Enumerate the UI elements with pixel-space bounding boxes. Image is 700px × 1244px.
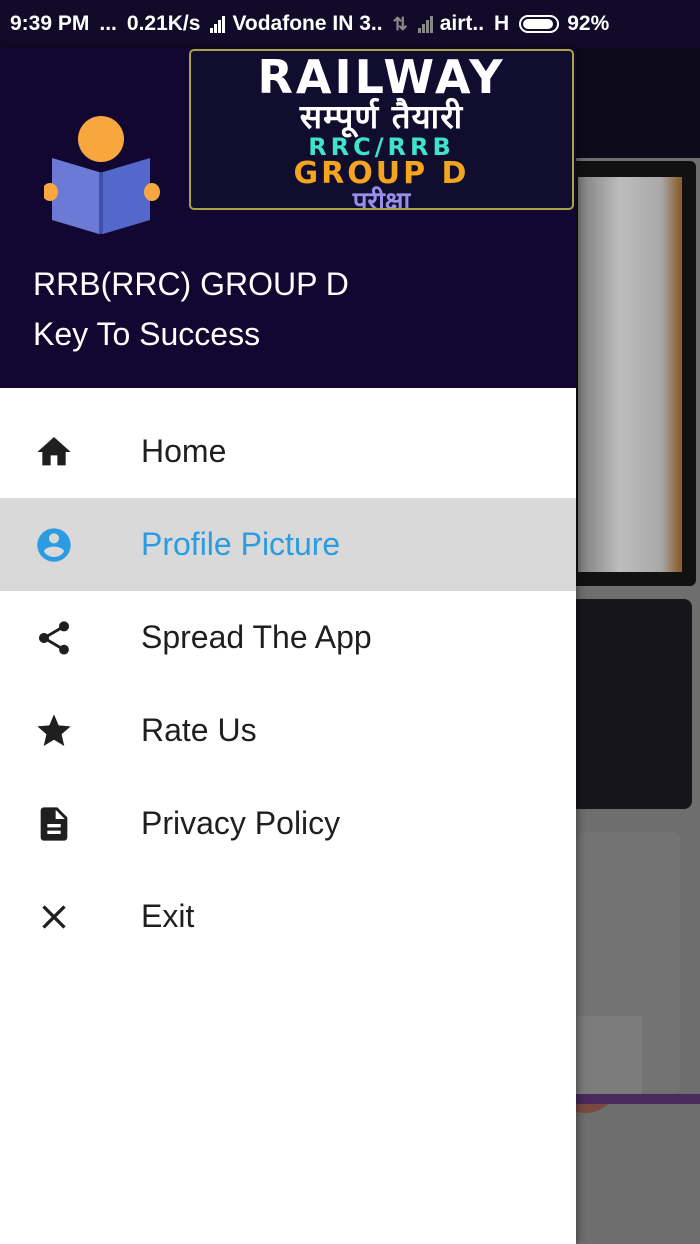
menu-item-label: Profile Picture [141, 526, 341, 562]
drawer-app-title: RRB(RRC) GROUP D [33, 266, 349, 302]
battery-icon [519, 15, 560, 33]
menu-item-label: Exit [141, 898, 195, 934]
menu-item-spread-the-app[interactable]: Spread The App [0, 591, 576, 684]
close-icon [34, 897, 74, 937]
background-dark-card [566, 599, 692, 809]
menu-item-label: Privacy Policy [141, 805, 341, 841]
background-toolbar [576, 48, 700, 158]
status-time: 9:39 PM [10, 12, 90, 35]
account-circle-icon [34, 525, 74, 565]
railway-banner: RAILWAY सम्पूर्ण तैयारी RRC/RRB GROUP D … [189, 49, 574, 210]
star-icon [34, 711, 74, 751]
status-dots: ... [99, 12, 117, 35]
drawer-app-subtitle: Key To Success [33, 316, 261, 352]
menu-item-profile-picture[interactable]: Profile Picture [0, 498, 576, 591]
menu-item-rate-us[interactable]: Rate Us [0, 684, 576, 777]
banner-line-2: सम्पूर्ण तैयारी [299, 97, 464, 136]
menu-item-privacy-policy[interactable]: Privacy Policy [0, 777, 576, 870]
signal-weak-icon [417, 15, 434, 33]
share-icon [34, 618, 74, 658]
home-icon [34, 432, 74, 472]
menu-item-label: Home [141, 433, 227, 469]
status-network-type: H [494, 12, 510, 35]
signal-icon [210, 15, 226, 33]
banner-line-1: RAILWAY [257, 50, 506, 104]
status-carrier-2: airt.. [439, 12, 485, 35]
background-image-card [566, 161, 696, 586]
reading-person-icon [44, 116, 160, 234]
background-small-card [576, 1016, 642, 1096]
menu-item-home[interactable]: Home [0, 405, 576, 498]
data-transfer-icon: ⇅ [392, 13, 408, 34]
status-battery: 92% [567, 12, 610, 35]
background-photo [578, 177, 682, 572]
document-icon [34, 804, 74, 844]
menu-item-exit[interactable]: Exit [0, 870, 576, 963]
banner-line-5: परीक्षा [352, 187, 411, 210]
drawer-menu: Home Profile Picture Spread The App Rate… [0, 405, 576, 963]
background-strip [576, 1094, 700, 1104]
drawer-header: RAILWAY सम्पूर्ण तैयारी RRC/RRB GROUP D … [0, 48, 576, 388]
status-carrier-1: Vodafone IN 3.. [232, 12, 383, 35]
banner-line-4: GROUP D [293, 156, 470, 191]
navigation-drawer: RAILWAY सम्पूर्ण तैयारी RRC/RRB GROUP D … [0, 48, 576, 1244]
menu-item-label: Rate Us [141, 712, 257, 748]
menu-item-label: Spread The App [141, 619, 372, 655]
status-bar: 9:39 PM ... 0.21K/s Vodafone IN 3.. ⇅ ai… [0, 0, 700, 48]
status-speed: 0.21K/s [126, 12, 201, 35]
